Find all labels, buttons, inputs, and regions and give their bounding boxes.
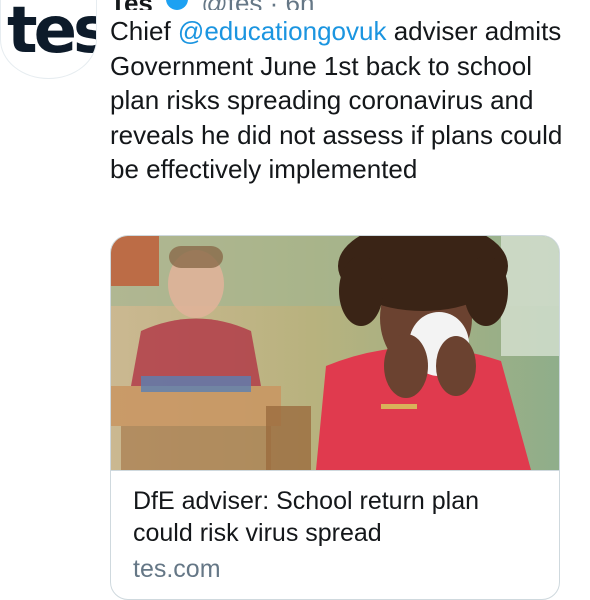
author-name[interactable]: Tes [110,0,153,10]
avatar[interactable]: tes [0,0,97,79]
girl-hair-side-right [464,256,508,326]
boy-hair [169,246,223,268]
card-image[interactable] [111,236,559,470]
tweet-text: Chief @educationgovuk adviser admits Gov… [110,14,570,187]
bracelet [381,404,417,409]
mention-link[interactable]: @educationgovuk [178,16,387,46]
tes-logo-icon: tes [7,0,96,68]
girl-hair-side [339,256,383,326]
hand-left [384,334,428,398]
card-domain: tes.com [133,555,221,583]
author-handle[interactable]: @tes [201,0,262,10]
hand-right [436,336,476,396]
tweet-timestamp[interactable]: 6h [286,0,315,10]
card-title[interactable]: DfE adviser: School return plan could ri… [133,485,543,549]
verified-badge-icon [166,0,189,10]
tweet-header: Tes @tes · 6h [110,0,314,10]
window-light [501,236,559,356]
link-card[interactable]: DfE adviser: School return plan could ri… [110,235,560,600]
chair [266,406,311,470]
boy-shirt [131,318,261,386]
separator-dot: · [270,0,286,10]
books [141,376,251,392]
red-object [111,236,159,286]
tweet-text-prefix: Chief [110,16,178,46]
desk-leg [121,426,271,470]
card-body[interactable]: DfE adviser: School return plan could ri… [111,470,559,599]
